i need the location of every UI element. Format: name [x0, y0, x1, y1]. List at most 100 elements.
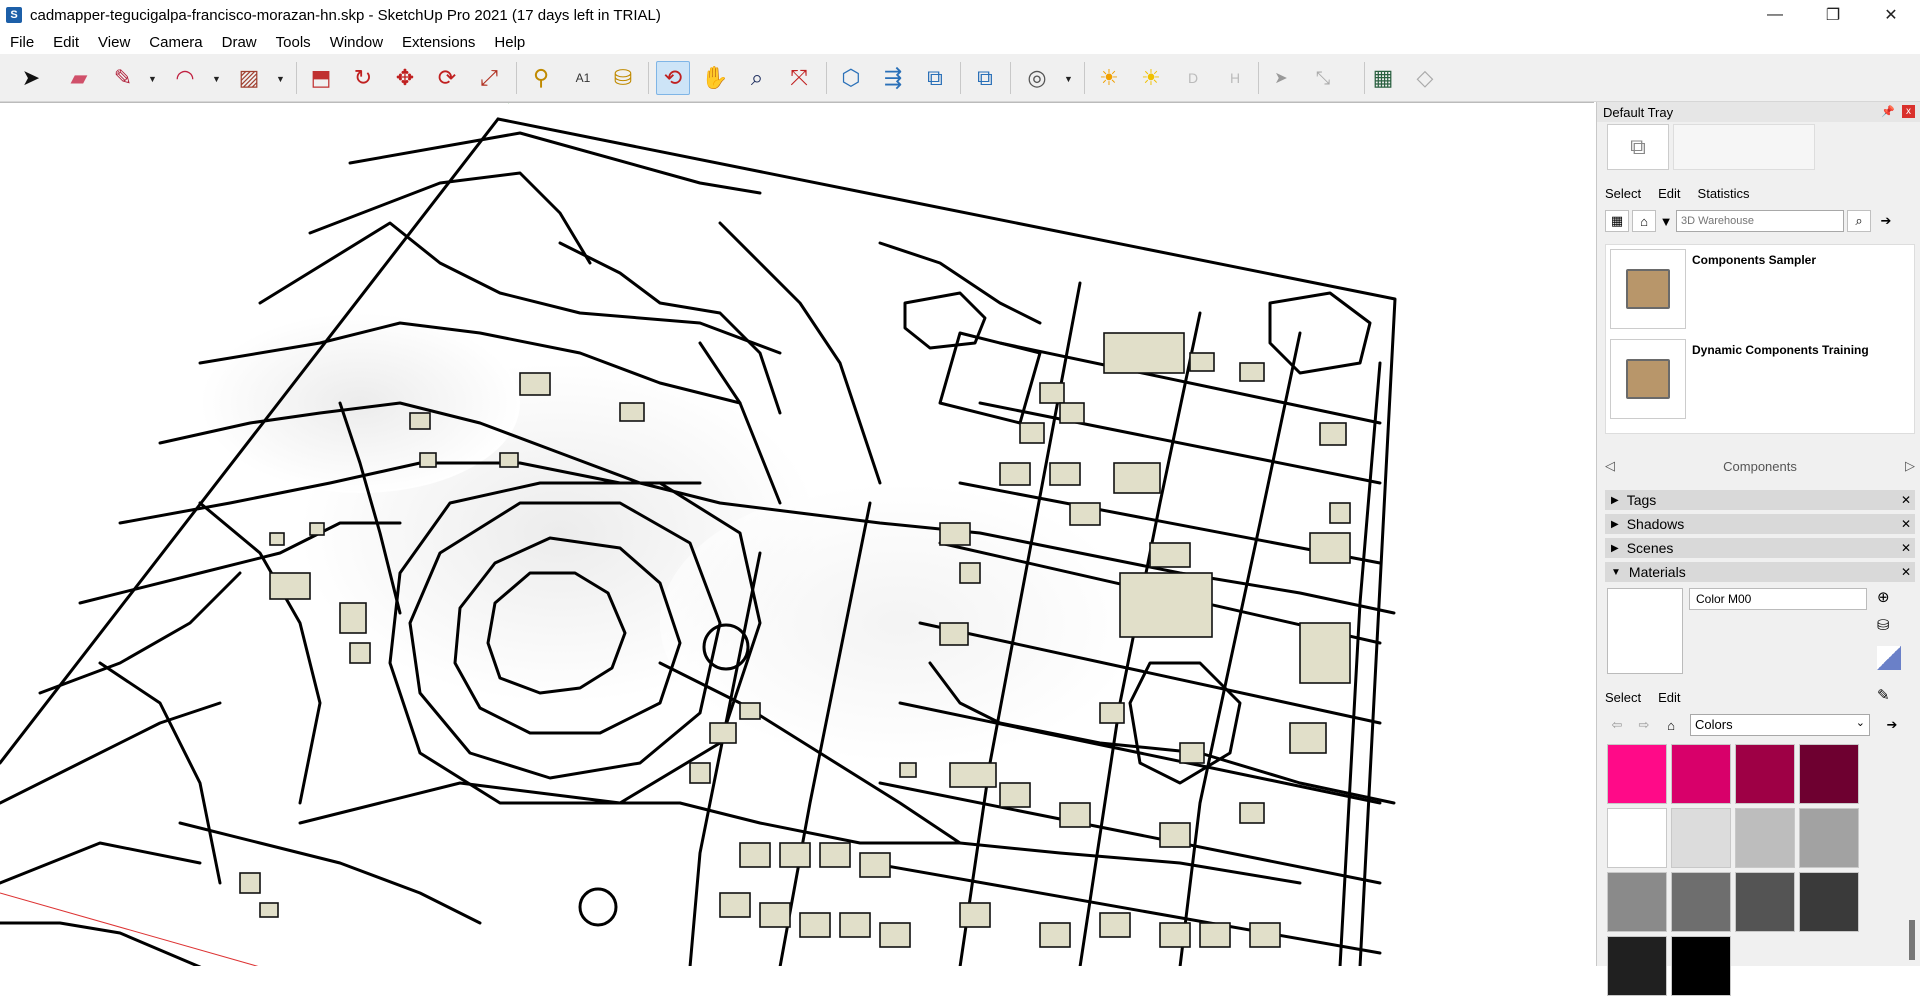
eyedropper-icon[interactable]: ✎	[1877, 686, 1890, 704]
color-swatch[interactable]	[1671, 808, 1731, 868]
panel-shadows[interactable]: ▶ Shadows ✕	[1605, 514, 1915, 534]
menu-window[interactable]: Window	[330, 34, 383, 51]
line-icon[interactable]: ⤡	[1306, 61, 1340, 95]
rectangle-dropdown-icon[interactable]: ▼	[276, 74, 286, 84]
panel-scenes[interactable]: ▶ Scenes ✕	[1605, 538, 1915, 558]
tray-close-button[interactable]: x	[1902, 105, 1915, 118]
color-swatch[interactable]	[1671, 744, 1731, 804]
details-arrow-icon[interactable]: ➔	[1880, 714, 1904, 736]
text-tool-icon[interactable]: A1	[566, 61, 600, 95]
rotate-tool-icon[interactable]: ⟳	[430, 61, 464, 95]
tab-edit[interactable]: Edit	[1650, 686, 1689, 709]
scale-tool-icon[interactable]: ⤢	[472, 61, 506, 95]
color-swatch[interactable]	[1799, 744, 1859, 804]
eraser-alt-icon[interactable]: ◇	[1408, 61, 1442, 95]
home-icon[interactable]: ⌂	[1659, 714, 1683, 736]
fog-sun-icon[interactable]: ☀	[1134, 61, 1168, 95]
nav-dropdown-icon[interactable]: ▼	[1659, 210, 1673, 232]
tab-statistics[interactable]: Statistics	[1690, 182, 1759, 205]
create-material-icon[interactable]: ⊕	[1877, 588, 1890, 606]
move-tool-icon[interactable]: ✥	[388, 61, 422, 95]
menu-draw[interactable]: Draw	[222, 34, 257, 51]
account-icon[interactable]: ◎	[1020, 61, 1054, 95]
shadows-sun-icon[interactable]: ☀	[1092, 61, 1126, 95]
tape-measure-tool-icon[interactable]: ⚲	[524, 61, 558, 95]
arc-tool-icon[interactable]: ◠	[168, 61, 202, 95]
pan-tool-icon[interactable]: ✋	[698, 61, 732, 95]
menu-camera[interactable]: Camera	[149, 34, 202, 51]
paint-bucket-tool-icon[interactable]: ⛁	[606, 61, 640, 95]
h-icon[interactable]: H	[1218, 61, 1252, 95]
color-swatch[interactable]	[1607, 808, 1667, 868]
layout-send-icon[interactable]: ⧉	[968, 61, 1002, 95]
home-icon[interactable]: ⌂	[1632, 210, 1656, 232]
material-name-field[interactable]: Color M00	[1689, 588, 1867, 610]
menu-help[interactable]: Help	[494, 34, 525, 51]
rectangle-tool-icon[interactable]: ▨	[232, 61, 266, 95]
panel-tags[interactable]: ▶ Tags ✕	[1605, 490, 1915, 510]
color-swatch[interactable]	[1671, 936, 1731, 996]
model-canvas[interactable]	[0, 103, 1594, 966]
view-options-icon[interactable]: ▦	[1605, 210, 1629, 232]
restore-button[interactable]: ❐	[1804, 0, 1862, 30]
close-icon[interactable]: ✕	[1901, 541, 1911, 555]
color-swatch[interactable]	[1607, 872, 1667, 932]
zoom-tool-icon[interactable]: ⌕	[740, 61, 774, 95]
tab-select[interactable]: Select	[1597, 686, 1650, 709]
sample-paint-icon[interactable]	[1877, 646, 1901, 670]
share-model-icon[interactable]: ⇶	[876, 61, 910, 95]
back-arrow-icon[interactable]: ⇦	[1605, 714, 1629, 736]
library-select[interactable]: Colors ⌄	[1690, 714, 1870, 736]
menu-extensions[interactable]: Extensions	[402, 34, 475, 51]
extension-warehouse-icon[interactable]: ⧉	[918, 61, 952, 95]
close-icon[interactable]: ✕	[1901, 493, 1911, 507]
pencil-tool-icon[interactable]: ✎	[106, 61, 140, 95]
orbit-tool-icon[interactable]: ⟲	[656, 61, 690, 95]
sketchup-app-icon[interactable]: S	[6, 7, 22, 23]
color-swatch[interactable]	[1607, 936, 1667, 996]
scrollbar-thumb[interactable]	[1909, 920, 1915, 960]
drawing-viewport[interactable]	[0, 102, 1594, 966]
color-swatch[interactable]	[1735, 808, 1795, 868]
next-arrow-icon[interactable]: ▷	[1905, 458, 1915, 474]
color-swatch[interactable]	[1735, 872, 1795, 932]
account-dropdown-icon[interactable]: ▼	[1064, 74, 1074, 84]
3d-warehouse-icon[interactable]: ⬡	[834, 61, 868, 95]
arc-dropdown-icon[interactable]: ▼	[212, 74, 222, 84]
menu-view[interactable]: View	[98, 34, 130, 51]
follow-me-tool-icon[interactable]: ↻	[346, 61, 380, 95]
forward-arrow-icon[interactable]: ⇨	[1632, 714, 1656, 736]
warehouse-search-input[interactable]	[1676, 210, 1844, 232]
map-icon[interactable]: ▦	[1366, 61, 1400, 95]
zoom-extents-tool-icon[interactable]: ⤧	[782, 61, 816, 95]
list-item[interactable]: Dynamic Components Training	[1610, 339, 1910, 421]
details-arrow-icon[interactable]: ➔	[1874, 210, 1898, 232]
cursor-icon[interactable]: ➤	[1264, 61, 1298, 95]
pencil-dropdown-icon[interactable]: ▼	[148, 74, 158, 84]
minimize-button[interactable]: —	[1746, 0, 1804, 30]
eraser-tool-icon[interactable]: ▰	[62, 61, 96, 95]
color-swatch[interactable]	[1607, 744, 1667, 804]
pin-icon[interactable]: 📌	[1881, 105, 1895, 118]
material-preview	[1607, 588, 1683, 674]
menu-tools[interactable]: Tools	[276, 34, 311, 51]
close-button[interactable]: ✕	[1862, 0, 1920, 30]
tab-select[interactable]: Select	[1597, 182, 1650, 205]
color-swatch[interactable]	[1799, 808, 1859, 868]
list-item[interactable]: Components Sampler	[1610, 249, 1910, 331]
search-icon[interactable]: ⌕	[1847, 210, 1871, 232]
menu-edit[interactable]: Edit	[53, 34, 79, 51]
panel-materials[interactable]: ▼ Materials ✕	[1605, 562, 1915, 582]
push-pull-tool-icon[interactable]: ⬒	[304, 61, 338, 95]
color-swatch[interactable]	[1799, 872, 1859, 932]
d-icon[interactable]: D	[1176, 61, 1210, 95]
menu-file[interactable]: File	[10, 34, 34, 51]
close-icon[interactable]: ✕	[1901, 517, 1911, 531]
tab-edit[interactable]: Edit	[1650, 182, 1689, 205]
prev-arrow-icon[interactable]: ◁	[1605, 458, 1615, 474]
paint-bucket-icon[interactable]: ⛁	[1877, 616, 1890, 634]
color-swatch[interactable]	[1735, 744, 1795, 804]
color-swatch[interactable]	[1671, 872, 1731, 932]
close-icon[interactable]: ✕	[1901, 565, 1911, 579]
select-tool-icon[interactable]: ➤	[14, 61, 48, 95]
